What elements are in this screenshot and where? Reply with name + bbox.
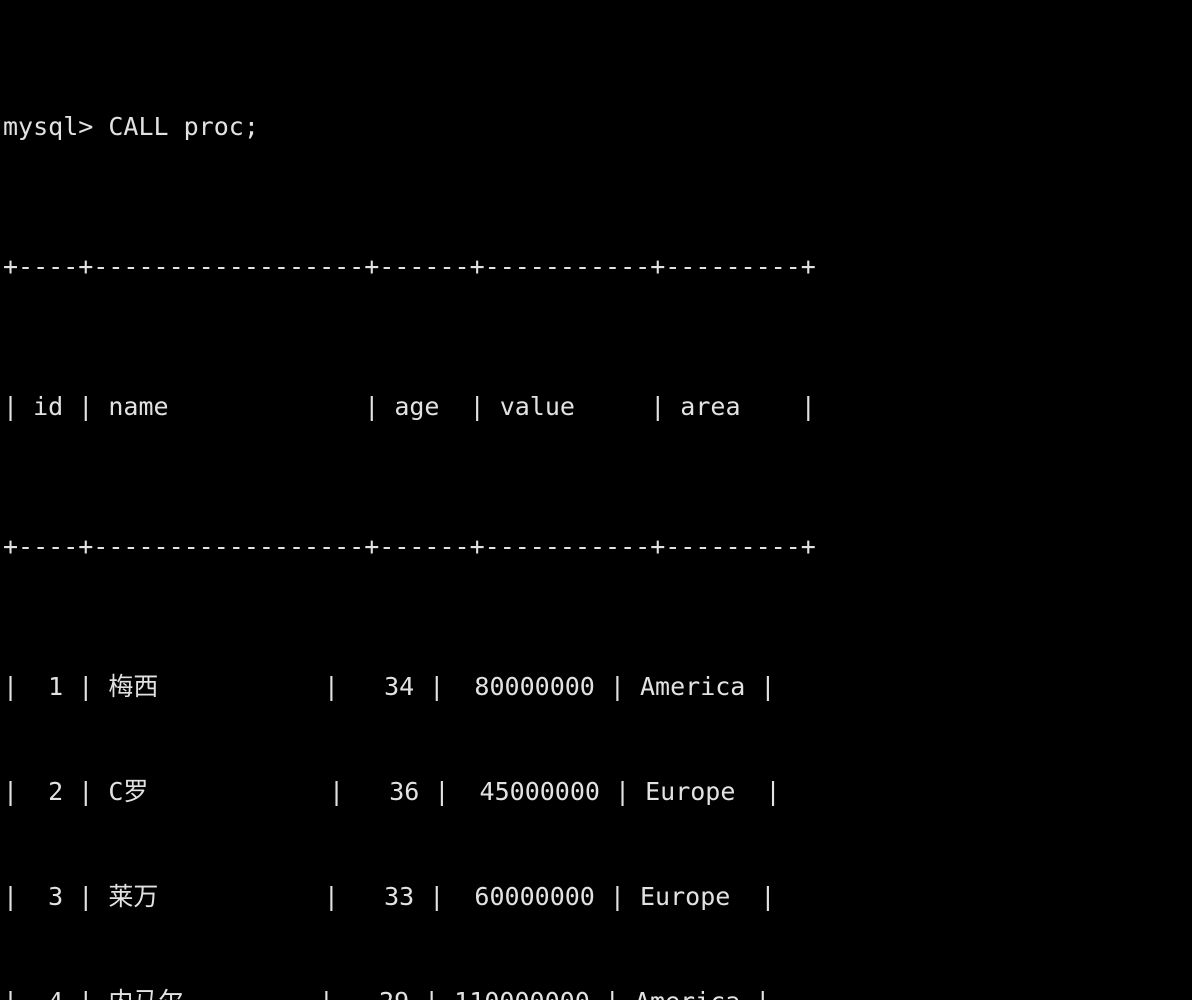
table-separator-header: +----+------------------+------+--------…: [3, 532, 816, 561]
command-prompt-line: mysql> CALL proc;: [3, 112, 259, 141]
table-row: | 3 | 莱万 | 33 | 60000000 | Europe |: [3, 882, 776, 911]
table-row: | 1 | 梅西 | 34 | 80000000 | America |: [3, 672, 776, 701]
table-row: | 4 | 内马尔 | 29 | 110000000 | America |: [3, 984, 1192, 1000]
terminal-window[interactable]: mysql> CALL proc; +----+----------------…: [0, 0, 1192, 1000]
table-row: | 2 | C罗 | 36 | 45000000 | Europe |: [3, 777, 781, 806]
table-separator-top: +----+------------------+------+--------…: [3, 252, 816, 281]
table-header-row: | id | name | age | value | area |: [3, 392, 816, 421]
